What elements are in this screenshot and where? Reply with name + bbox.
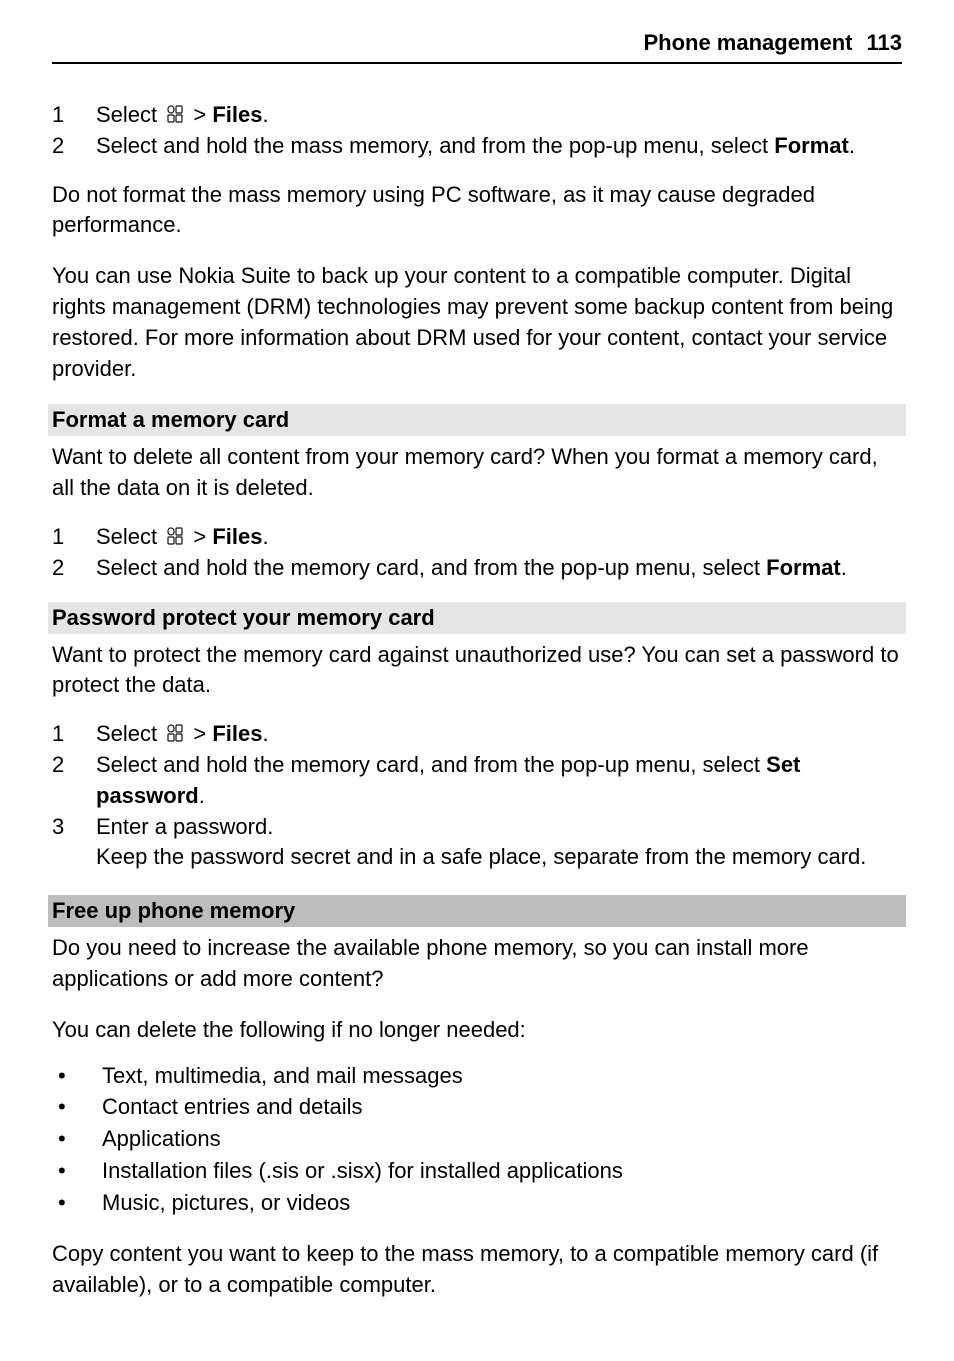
step-number: 1 [52, 100, 96, 131]
step-text: Select and hold the memory card, and fro… [96, 750, 902, 812]
step-text: Select > Files. [96, 719, 902, 750]
step-text: Select and hold the memory card, and fro… [96, 553, 902, 584]
step-number: 2 [52, 750, 96, 812]
list-item: 1 Select > Files. [52, 522, 902, 553]
step-text: Select > Files. [96, 100, 902, 131]
bullet-text: Contact entries and details [102, 1091, 363, 1123]
list-item: 1 Select > Files. [52, 719, 902, 750]
header-title: Phone management [643, 30, 852, 56]
section-heading: Format a memory card [48, 404, 906, 436]
list-item: 2 Select and hold the memory card, and f… [52, 750, 902, 812]
list-item: • Installation files (.sis or .sisx) for… [52, 1155, 902, 1187]
section-heading: Free up phone memory [48, 895, 906, 927]
menu-grid-icon [165, 526, 185, 546]
sec1-steps: 1 Select > Files. 2 Select and hold the … [52, 522, 902, 584]
step-number: 2 [52, 553, 96, 584]
list-item: • Text, multimedia, and mail messages [52, 1060, 902, 1092]
bullet-icon: • [52, 1060, 102, 1092]
document-page: Phone management 113 1 Select > Files. 2… [0, 0, 954, 1361]
bullet-text: Installation files (.sis or .sisx) for i… [102, 1155, 623, 1187]
bullet-text: Text, multimedia, and mail messages [102, 1060, 463, 1092]
list-item: • Applications [52, 1123, 902, 1155]
paragraph: You can delete the following if no longe… [52, 1015, 902, 1046]
paragraph: You can use Nokia Suite to back up your … [52, 261, 902, 384]
list-item: • Music, pictures, or videos [52, 1187, 902, 1219]
list-item: 1 Select > Files. [52, 100, 902, 131]
section-heading: Password protect your memory card [48, 602, 906, 634]
step-number: 1 [52, 522, 96, 553]
intro-steps: 1 Select > Files. 2 Select and hold the … [52, 100, 902, 162]
list-item: 2 Select and hold the mass memory, and f… [52, 131, 902, 162]
bullet-icon: • [52, 1155, 102, 1187]
step-text: Select and hold the mass memory, and fro… [96, 131, 902, 162]
menu-grid-icon [165, 104, 185, 124]
paragraph: Do not format the mass memory using PC s… [52, 180, 902, 242]
step-text: Select > Files. [96, 522, 902, 553]
step-text: Enter a password. Keep the password secr… [96, 812, 902, 874]
page-header: Phone management 113 [52, 30, 902, 64]
bullet-icon: • [52, 1091, 102, 1123]
paragraph: Do you need to increase the available ph… [52, 933, 902, 995]
list-item: 2 Select and hold the memory card, and f… [52, 553, 902, 584]
header-page-number: 113 [867, 30, 903, 56]
step-number: 1 [52, 719, 96, 750]
bullet-icon: • [52, 1123, 102, 1155]
paragraph: Copy content you want to keep to the mas… [52, 1239, 902, 1301]
step-number: 3 [52, 812, 96, 874]
bullet-list: • Text, multimedia, and mail messages • … [52, 1060, 902, 1219]
bullet-text: Applications [102, 1123, 221, 1155]
bullet-icon: • [52, 1187, 102, 1219]
paragraph: Want to protect the memory card against … [52, 640, 902, 702]
menu-grid-icon [165, 723, 185, 743]
step-number: 2 [52, 131, 96, 162]
list-item: • Contact entries and details [52, 1091, 902, 1123]
paragraph: Want to delete all content from your mem… [52, 442, 902, 504]
sec2-steps: 1 Select > Files. 2 Select and hold the … [52, 719, 902, 873]
list-item: 3 Enter a password. Keep the password se… [52, 812, 902, 874]
bullet-text: Music, pictures, or videos [102, 1187, 350, 1219]
